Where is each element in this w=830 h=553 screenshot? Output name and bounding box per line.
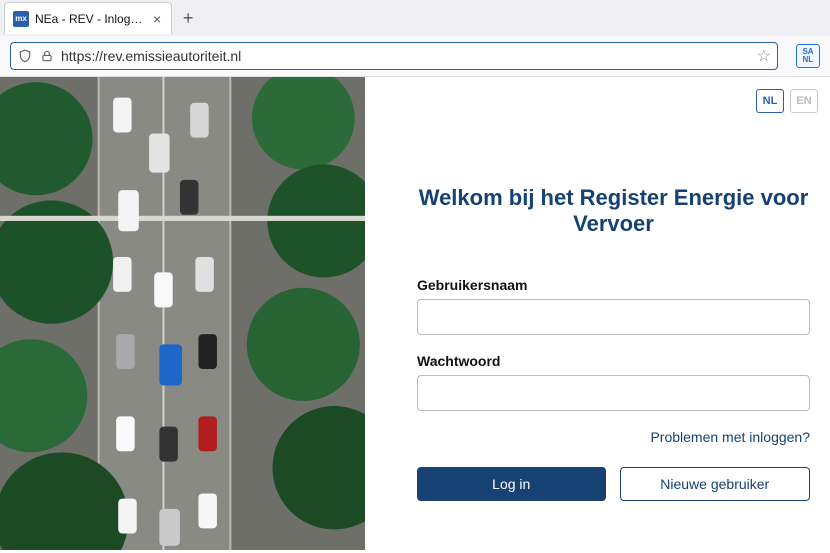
- browser-chrome: mx NEa - REV - Inloggen × + ☆ SA NL: [0, 0, 830, 77]
- tab-title: NEa - REV - Inloggen: [35, 12, 145, 26]
- lock-icon: [39, 48, 55, 64]
- new-tab-button[interactable]: +: [176, 6, 200, 30]
- address-bar[interactable]: ☆: [10, 42, 778, 70]
- bookmark-star-icon[interactable]: ☆: [757, 46, 771, 66]
- password-input[interactable]: [417, 375, 810, 411]
- hero-image: [0, 77, 365, 550]
- forgot-link[interactable]: Problemen met inloggen?: [417, 429, 810, 445]
- shield-icon: [17, 48, 33, 64]
- new-user-button[interactable]: Nieuwe gebruiker: [620, 467, 811, 501]
- tab-strip: mx NEa - REV - Inloggen × +: [0, 0, 830, 36]
- username-input[interactable]: [417, 299, 810, 335]
- lang-en-button[interactable]: EN: [790, 89, 818, 113]
- page-title: Welkom bij het Register Energie voor Ver…: [417, 185, 810, 237]
- button-row: Log in Nieuwe gebruiker: [417, 467, 810, 501]
- language-switch: NL EN: [756, 89, 818, 113]
- login-panel: NL EN Welkom bij het Register Energie vo…: [365, 77, 830, 550]
- tab-favicon: mx: [13, 11, 29, 27]
- login-button[interactable]: Log in: [417, 467, 606, 501]
- browser-tab[interactable]: mx NEa - REV - Inloggen ×: [4, 2, 172, 34]
- url-input[interactable]: [61, 48, 751, 64]
- username-label: Gebruikersnaam: [417, 277, 810, 293]
- page-body: NL EN Welkom bij het Register Energie vo…: [0, 77, 830, 550]
- close-icon[interactable]: ×: [151, 11, 163, 27]
- lang-nl-button[interactable]: NL: [756, 89, 784, 113]
- address-row: ☆ SA NL: [0, 36, 830, 76]
- password-label: Wachtwoord: [417, 353, 810, 369]
- extension-badge[interactable]: SA NL: [796, 44, 820, 68]
